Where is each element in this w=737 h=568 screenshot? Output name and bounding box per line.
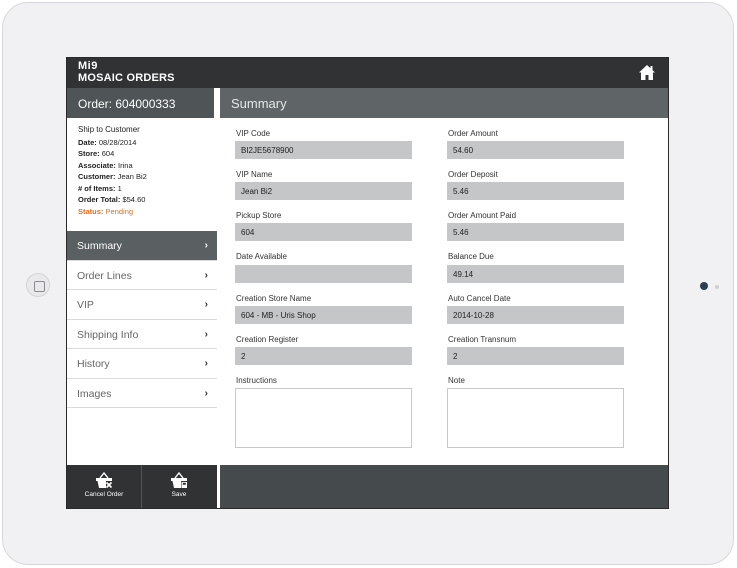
nav-item-order-lines[interactable]: Order Lines › <box>67 261 217 290</box>
nav-item-label: Summary <box>77 240 122 252</box>
order-associate-row: Associate: Irina <box>78 160 133 170</box>
chevron-right-icon: › <box>204 358 208 369</box>
order-status-row: Status: Pending <box>78 206 134 216</box>
order-amount-paid-field[interactable]: 5.46 <box>447 223 624 241</box>
nav-item-label: Images <box>77 387 112 400</box>
balance-due-field[interactable]: 49.14 <box>447 265 624 283</box>
instructions-textarea[interactable] <box>235 388 412 448</box>
action-bar: Cancel Order Save <box>67 465 217 508</box>
nav-item-history[interactable]: History › <box>67 349 217 379</box>
save-label: Save <box>171 491 187 498</box>
creation-transnum-field[interactable]: 2 <box>447 347 624 365</box>
creation-register-label: Creation Register <box>236 335 299 344</box>
cancel-basket-icon <box>96 472 113 489</box>
sidebar: Order: 604000333 Ship to Customer Date: … <box>67 88 217 508</box>
date-available-field[interactable] <box>235 265 412 283</box>
order-store-row: Store: 604 <box>78 149 115 158</box>
order-amount-label: Order Amount <box>448 129 498 138</box>
order-status: Pending <box>105 206 134 216</box>
save-basket-icon <box>171 472 187 488</box>
nav-item-label: Shipping Info <box>77 328 139 341</box>
order-deposit-field[interactable]: 5.46 <box>447 182 624 200</box>
pickup-store-label: Pickup Store <box>236 211 282 220</box>
order-store: 604 <box>101 149 115 158</box>
app-screen: Mi9 MOSAIC ORDERS Order: 604000333 Ship … <box>66 57 669 509</box>
top-bar: Mi9 MOSAIC ORDERS <box>67 58 668 88</box>
device-camera <box>700 282 708 290</box>
order-number-header: Order: 604000333 <box>67 88 214 118</box>
nav-item-summary[interactable]: Summary › <box>67 231 217 261</box>
ship-type: Ship to Customer <box>78 125 140 134</box>
note-label: Note <box>448 376 465 385</box>
nav-item-images[interactable]: Images › <box>67 379 217 408</box>
vip-code-field[interactable]: BI2JE5678900 <box>235 141 412 159</box>
nav-item-label: History <box>77 358 110 370</box>
creation-store-name-field[interactable]: 604 - MB - Uris Shop <box>235 306 412 324</box>
order-date-row: Date: 08/28/2014 <box>78 137 137 147</box>
date-available-label: Date Available <box>236 252 287 261</box>
order-amount-field[interactable]: 54.60 <box>447 141 624 159</box>
auto-cancel-date-field[interactable]: 2014-10-28 <box>447 306 624 324</box>
pickup-store-field[interactable]: 604 <box>235 223 412 241</box>
order-deposit-label: Order Deposit <box>448 170 498 179</box>
chevron-right-icon: › <box>204 299 208 310</box>
summary-form: VIP Code BI2JE5678900 VIP Name Jean Bi2 … <box>220 118 668 465</box>
brand-mark: Mi9 <box>78 60 98 72</box>
order-date: 08/28/2014 <box>98 137 137 147</box>
order-customer: Jean Bi2 <box>117 172 147 181</box>
order-customer-row: Customer: Jean Bi2 <box>78 172 147 181</box>
creation-store-name-label: Creation Store Name <box>236 294 312 303</box>
balance-due-label: Balance Due <box>448 252 494 261</box>
chevron-right-icon: › <box>204 387 208 399</box>
auto-cancel-date-label: Auto Cancel Date <box>448 294 511 303</box>
section-nav: Summary › Order Lines › VIP › Shipping I… <box>67 231 217 408</box>
nav-item-shipping-info[interactable]: Shipping Info › <box>67 320 217 349</box>
cancel-order-label: Cancel Order <box>84 491 124 498</box>
order-total: $54.60 <box>122 195 146 204</box>
order-associate: Irina <box>118 160 133 170</box>
chevron-right-icon: › <box>204 328 208 340</box>
creation-register-field[interactable]: 2 <box>235 347 412 365</box>
cancel-order-button[interactable]: Cancel Order <box>67 465 141 508</box>
nav-item-label: VIP <box>77 299 94 311</box>
creation-transnum-label: Creation Transnum <box>448 335 517 344</box>
nav-item-label: Order Lines <box>77 269 132 282</box>
note-textarea[interactable] <box>447 388 624 448</box>
bottom-bar <box>220 465 668 508</box>
save-button[interactable]: Save <box>142 465 216 508</box>
instructions-label: Instructions <box>236 376 277 385</box>
order-items-row: # of Items: 1 <box>78 183 122 193</box>
vip-name-field[interactable]: Jean Bi2 <box>235 182 412 200</box>
order-total-row: Order Total: $54.60 <box>78 195 146 204</box>
nav-item-vip[interactable]: VIP › <box>67 290 217 320</box>
chevron-right-icon: › <box>204 240 208 251</box>
device-home-button[interactable] <box>26 273 50 297</box>
page-title: Summary <box>220 88 668 118</box>
device-sensor <box>715 285 719 289</box>
home-icon[interactable] <box>638 64 656 81</box>
order-details: Ship to Customer Date: 08/28/2014 Store:… <box>67 118 214 231</box>
chevron-right-icon: › <box>204 269 208 281</box>
order-items: 1 <box>117 183 122 193</box>
brand-logo: Mi9 MOSAIC ORDERS <box>78 61 175 85</box>
order-amount-paid-label: Order Amount Paid <box>448 211 517 220</box>
app-title: MOSAIC ORDERS <box>78 72 175 84</box>
vip-name-label: VIP Name <box>236 170 273 179</box>
vip-code-label: VIP Code <box>236 129 271 138</box>
